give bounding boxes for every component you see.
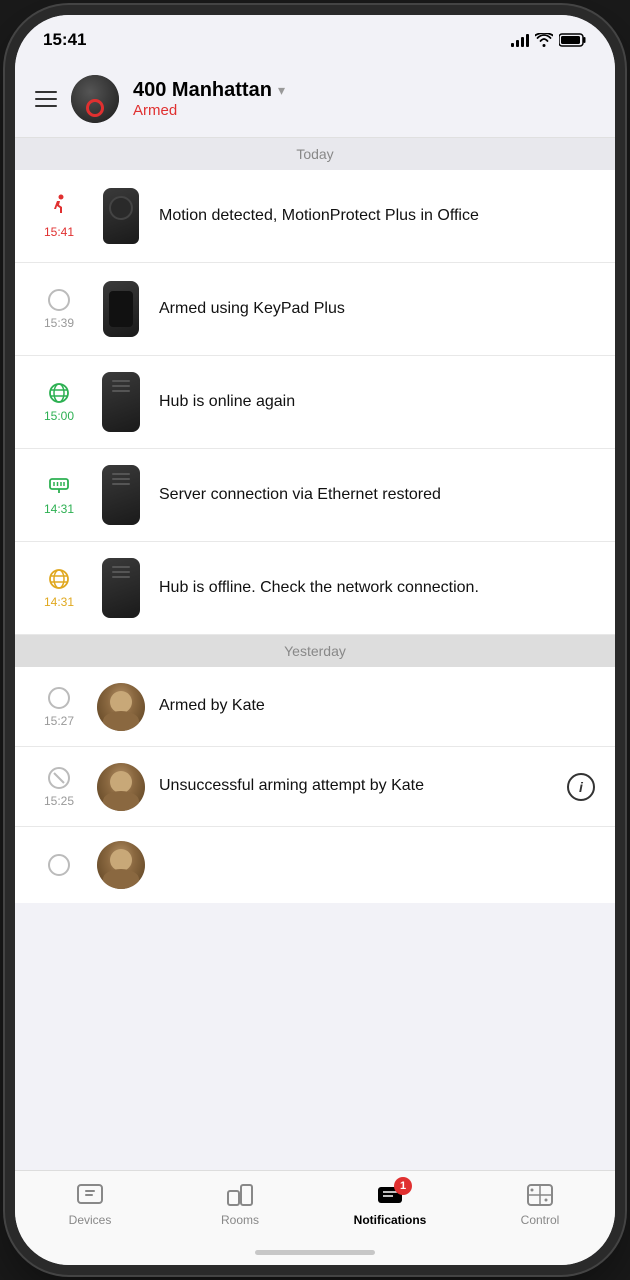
notification-item[interactable]: 15:25 Unsuccessful arming attempt by Kat… [15, 747, 615, 827]
battery-icon [559, 33, 587, 47]
signal-icon [511, 33, 529, 47]
time-icon-col: 14:31 [35, 474, 83, 516]
location-name: 400 Manhattan [133, 79, 272, 102]
notif-text: Armed using KeyPad Plus [159, 298, 595, 320]
notif-time: 14:31 [44, 595, 74, 609]
rooms-icon-wrap [222, 1181, 258, 1209]
status-bar: 15:41 [15, 15, 615, 65]
notification-item[interactable]: 15:39 Armed using KeyPad Plus [15, 263, 615, 356]
nav-rooms-label: Rooms [221, 1213, 259, 1227]
notif-text: Server connection via Ethernet restored [159, 484, 595, 506]
device-image [97, 556, 145, 620]
notif-time: 15:00 [44, 409, 74, 423]
arm-icon [47, 288, 71, 312]
notif-text: Hub is online again [159, 391, 595, 413]
control-icon [526, 1183, 554, 1207]
home-indicator [255, 1250, 375, 1255]
notif-time: 15:27 [44, 714, 74, 728]
notif-text: Unsuccessful arming attempt by Kate [159, 775, 553, 797]
time-icon-col: 14:31 [35, 567, 83, 609]
user-avatar [97, 763, 145, 811]
arm-status: Armed [133, 102, 285, 119]
devices-icon-wrap [72, 1181, 108, 1209]
notif-time: 14:31 [44, 502, 74, 516]
arm-icon [47, 686, 71, 710]
nav-control[interactable]: Control [465, 1181, 615, 1227]
notification-item[interactable]: 15:27 Armed by Kate [15, 667, 615, 747]
online-icon [47, 381, 71, 405]
header: 400 Manhattan ▾ Armed [15, 65, 615, 138]
status-time: 15:41 [43, 30, 86, 50]
notif-time: 15:41 [44, 225, 74, 239]
header-title: 400 Manhattan ▾ Armed [133, 79, 285, 119]
time-icon-col: 15:00 [35, 381, 83, 423]
device-image [97, 277, 145, 341]
motion-icon [47, 193, 71, 221]
notif-text: Hub is offline. Check the network connec… [159, 577, 595, 599]
menu-button[interactable] [35, 91, 57, 107]
nav-notifications[interactable]: 1 Notifications [315, 1181, 465, 1227]
user-avatar-partial [97, 841, 145, 889]
time-icon-col: 15:39 [35, 288, 83, 330]
partial-icon [47, 853, 71, 877]
chevron-down-icon: ▾ [278, 82, 285, 99]
nav-rooms[interactable]: Rooms [165, 1181, 315, 1227]
header-location[interactable]: 400 Manhattan ▾ [133, 79, 285, 102]
user-avatar [97, 683, 145, 731]
devices-icon [76, 1183, 104, 1207]
notif-time: 15:25 [44, 794, 74, 808]
notification-item[interactable]: 15:41 Motion detected, MotionProtect Plu… [15, 170, 615, 263]
notif-time: 15:39 [44, 316, 74, 330]
notification-item[interactable]: 14:31 Server connection via Ethernet res… [15, 449, 615, 542]
section-yesterday: Yesterday [15, 635, 615, 667]
failed-arm-icon [47, 766, 71, 790]
notification-item[interactable]: 14:31 Hub is offline. Check the network … [15, 542, 615, 635]
info-button[interactable]: i [567, 773, 595, 801]
notif-text: Motion detected, MotionProtect Plus in O… [159, 205, 595, 227]
time-icon-col: 15:41 [35, 193, 83, 239]
nav-notifications-label: Notifications [354, 1213, 427, 1227]
time-icon-col [35, 853, 83, 877]
main-content: Today 15:41 Motion detected, MotionProte… [15, 138, 615, 1163]
notifications-badge: 1 [394, 1177, 412, 1195]
ethernet-icon [47, 474, 71, 498]
wifi-icon [535, 33, 553, 47]
nav-control-label: Control [521, 1213, 560, 1227]
device-image [97, 370, 145, 434]
notifications-icon-wrap: 1 [372, 1181, 408, 1209]
offline-icon [47, 567, 71, 591]
nav-devices[interactable]: Devices [15, 1181, 165, 1227]
device-image [97, 184, 145, 248]
time-icon-col: 15:25 [35, 766, 83, 808]
section-today: Today [15, 138, 615, 170]
notif-text: Armed by Kate [159, 695, 595, 717]
control-icon-wrap [522, 1181, 558, 1209]
nav-devices-label: Devices [69, 1213, 112, 1227]
device-image [97, 463, 145, 527]
partial-notification-item [15, 827, 615, 903]
notification-item[interactable]: 15:00 Hub is online again [15, 356, 615, 449]
time-icon-col: 15:27 [35, 686, 83, 728]
hub-avatar [71, 75, 119, 123]
rooms-icon [226, 1183, 254, 1207]
status-icons [511, 33, 587, 47]
